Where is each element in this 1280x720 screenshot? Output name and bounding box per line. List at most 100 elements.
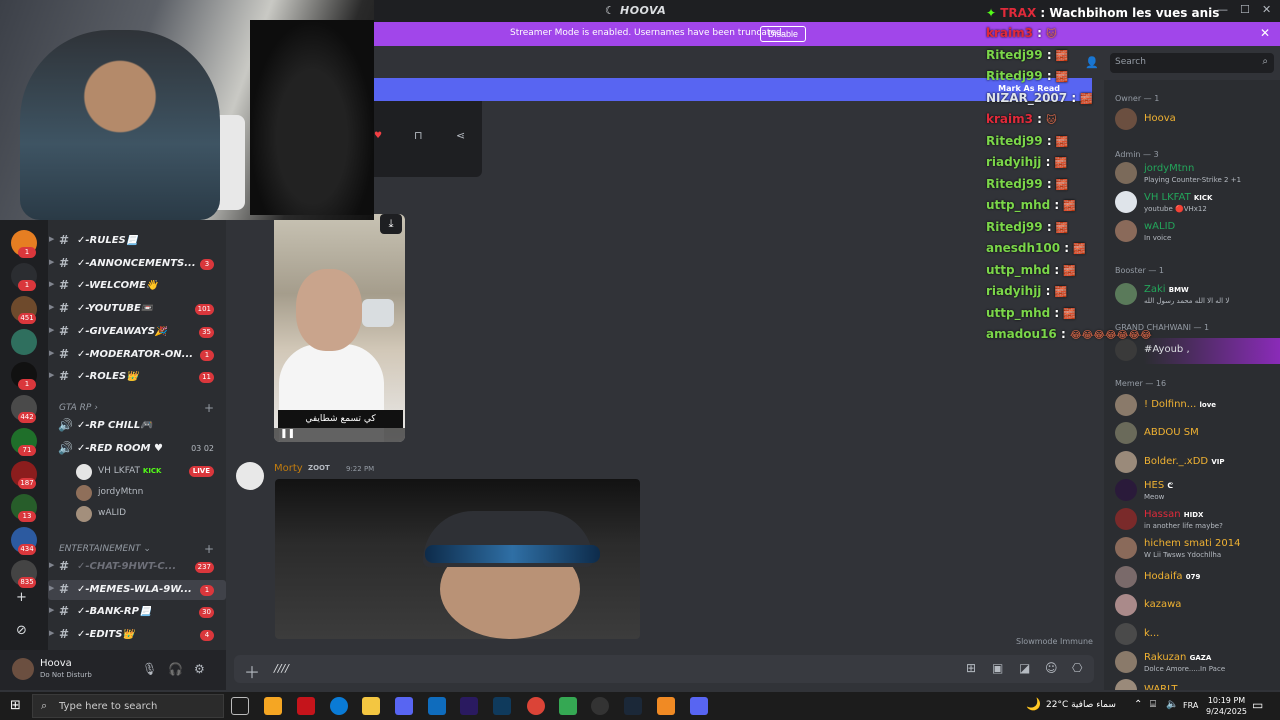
adobe-illustrator-icon[interactable] bbox=[297, 697, 315, 715]
channel-item[interactable]: ▶ # ✓-MODERATOR-ON... 1 bbox=[48, 345, 226, 365]
network-icon[interactable]: ⌸ bbox=[1150, 699, 1156, 710]
add-channel-icon[interactable]: + bbox=[204, 542, 214, 556]
taskbar-search-input[interactable]: Type here to search bbox=[59, 701, 157, 712]
disable-streamer-mode-button[interactable]: Disable bbox=[760, 26, 807, 42]
voice-channel-red-room[interactable]: 🔊 ✓-RED ROOM ♥ 03 02 bbox=[48, 439, 226, 459]
store-icon[interactable] bbox=[264, 697, 282, 715]
channel-item[interactable]: ▶ # ✓-GIVEAWAYS🎉 35 bbox=[48, 322, 226, 342]
pause-icon[interactable]: ❚❚ bbox=[280, 429, 295, 439]
steam-icon[interactable] bbox=[624, 697, 642, 715]
heart-icon[interactable]: ♥ bbox=[374, 131, 382, 141]
video-attachment-2[interactable] bbox=[275, 479, 640, 639]
channel-item[interactable]: ▶ # ✓-RULES📃 bbox=[48, 231, 226, 251]
member-item[interactable]: k... bbox=[1115, 622, 1280, 648]
message-author[interactable]: Morty bbox=[274, 463, 303, 474]
channel-item[interactable]: ▶ # ✓-MEMES-WLA-9W... 1 bbox=[48, 579, 226, 600]
language-indicator[interactable]: FRA bbox=[1183, 701, 1198, 710]
embed-card: ♥ ⊓ ⋖ bbox=[374, 101, 482, 177]
app-icon[interactable] bbox=[559, 697, 577, 715]
message-composer[interactable]: ＋ //// ⊞ ▣ ◪ ☺ ⎔ bbox=[234, 655, 1094, 683]
category-gta-rp[interactable]: GTA RP › + bbox=[59, 401, 214, 415]
member-item[interactable]: kazawa bbox=[1115, 593, 1280, 619]
avatar bbox=[1115, 479, 1137, 501]
channel-name: ✓-YOUTUBE📼 bbox=[77, 303, 154, 315]
edge-icon[interactable] bbox=[330, 697, 348, 715]
discord-icon[interactable] bbox=[395, 697, 413, 715]
task-view-icon[interactable] bbox=[231, 697, 249, 715]
emoji-icon[interactable]: ☺ bbox=[1045, 661, 1058, 675]
share-icon[interactable]: ⋖ bbox=[456, 129, 465, 142]
video-attachment-1[interactable]: كي تسمع شطايفي ❚❚ bbox=[274, 214, 405, 442]
server-badge: 1 bbox=[18, 379, 36, 390]
voice-user[interactable]: wALID bbox=[76, 504, 226, 524]
voice-channel-rp-chill[interactable]: 🔊 ✓-RP CHILL🎮 bbox=[48, 416, 226, 436]
member-item[interactable]: ABDOU SM bbox=[1115, 421, 1280, 447]
sticker-icon[interactable]: ◪ bbox=[1019, 661, 1030, 675]
member-item[interactable]: Hassan HIDX in another life maybe? bbox=[1115, 507, 1280, 533]
outlook-icon[interactable] bbox=[428, 697, 446, 715]
member-item[interactable]: Hodaifa 079 bbox=[1115, 565, 1280, 591]
bookmark-icon[interactable]: ⊓ bbox=[414, 129, 423, 142]
chat-username: Ritedj99 bbox=[986, 133, 1043, 148]
attach-plus-icon[interactable]: ＋ bbox=[244, 659, 260, 683]
clock[interactable]: 10:19 PM 9/24/2025 bbox=[1206, 695, 1247, 717]
channel-item[interactable]: ▶ # ✓-BANK-RP📃 30 bbox=[48, 602, 226, 622]
taskbar-search[interactable]: ⌕ Type here to search bbox=[32, 694, 224, 718]
channel-item[interactable]: ▶ # ✓-CHAT-9HWT-C... 237 bbox=[48, 557, 226, 577]
apps-icon[interactable]: ⎔ bbox=[1072, 661, 1082, 675]
gif-icon[interactable]: ▣ bbox=[992, 661, 1003, 675]
clock-time: 10:19 PM bbox=[1207, 696, 1246, 705]
headphones-icon[interactable]: 🎧 bbox=[168, 662, 183, 676]
member-item[interactable]: HES ᕦ Meow bbox=[1115, 478, 1280, 504]
obs-icon[interactable] bbox=[591, 697, 609, 715]
server-icon[interactable] bbox=[11, 329, 37, 355]
tray-chevron-icon[interactable]: ⌃ bbox=[1134, 699, 1142, 710]
maximize-button[interactable]: ☐ bbox=[1240, 3, 1250, 16]
download-icon[interactable]: ⤓ bbox=[380, 214, 402, 234]
channel-item[interactable]: ▶ # ✓-EDITS👑 4 bbox=[48, 625, 226, 645]
volume-icon[interactable]: 🔈 bbox=[1166, 699, 1178, 710]
file-explorer-icon[interactable] bbox=[362, 697, 380, 715]
discover-icon[interactable]: ⊘ bbox=[16, 623, 27, 638]
member-item[interactable]: hichem smati 2014 W Lii Twsws Ydochllha bbox=[1115, 536, 1280, 562]
channel-item[interactable]: ▶ # ✓-YOUTUBE📼 101 bbox=[48, 299, 226, 319]
chat-separator: : bbox=[1050, 262, 1064, 277]
search-icon: ⌕ bbox=[41, 699, 48, 712]
channel-list: GTA RP › + 🔊 ✓-RP CHILL🎮 🔊 ✓-RED ROOM ♥ 0… bbox=[48, 220, 226, 650]
channel-item[interactable]: ▶ # ✓-WELCOME👋 bbox=[48, 276, 226, 296]
stream-chat-line: amadou16 : 😂😂😂😂😂😂😂 bbox=[986, 327, 1152, 347]
close-banner-icon[interactable]: ✕ bbox=[1260, 26, 1270, 40]
member-name: Bolder._.xDD bbox=[1144, 456, 1209, 467]
weather-text[interactable]: 22°C سماء صافية bbox=[1046, 700, 1116, 710]
microphone-icon[interactable]: 🎙 bbox=[142, 662, 157, 676]
photoshop-icon[interactable] bbox=[493, 697, 511, 715]
member-item[interactable]: WARLT bbox=[1115, 678, 1280, 690]
new-messages-bar[interactable]: Mark As Read bbox=[374, 78, 1092, 101]
close-window-button[interactable]: ✕ bbox=[1262, 3, 1271, 16]
vlc-icon[interactable] bbox=[657, 697, 675, 715]
voice-user[interactable]: VH LKFAT KICK LIVE bbox=[76, 462, 226, 482]
channel-name: ✓-CHAT-9HWT-C... bbox=[77, 561, 177, 572]
premiere-icon[interactable] bbox=[460, 697, 478, 715]
channel-item[interactable]: ▶ # ✓-ROLES👑 11 bbox=[48, 367, 226, 387]
message-avatar[interactable] bbox=[236, 462, 264, 490]
windows-start-icon[interactable]: ⊞ bbox=[10, 698, 21, 713]
notifications-icon[interactable]: ▭ bbox=[1252, 698, 1263, 712]
avatar[interactable] bbox=[12, 658, 34, 680]
gift-icon[interactable]: ⊞ bbox=[966, 661, 976, 675]
channel-item[interactable]: ▶ # ✓-ANNONCEMENTS... 3 bbox=[48, 254, 226, 274]
member-item[interactable]: ! Dolfinn... love bbox=[1115, 393, 1280, 419]
chevron-right-icon: ▶ bbox=[49, 257, 55, 266]
add-server-icon[interactable]: + bbox=[16, 590, 27, 605]
voice-user[interactable]: jordyMtnn bbox=[76, 483, 226, 503]
hash-icon: # bbox=[59, 604, 70, 619]
composer-input[interactable]: //// bbox=[274, 662, 289, 675]
gear-icon[interactable]: ⚙ bbox=[194, 662, 205, 676]
member-item[interactable]: Rakuzan GAZA Dolce Amore.....In Pace bbox=[1115, 650, 1280, 676]
chrome-icon[interactable] bbox=[527, 697, 545, 715]
discord-ptb-icon[interactable] bbox=[690, 697, 708, 715]
member-item[interactable]: Bolder._.xDD VIP bbox=[1115, 450, 1280, 476]
category-entertainement[interactable]: ENTERTAINEMENT ⌄ + bbox=[59, 542, 214, 556]
add-channel-icon[interactable]: + bbox=[204, 401, 214, 415]
video-controls[interactable]: ❚❚ bbox=[274, 428, 405, 442]
